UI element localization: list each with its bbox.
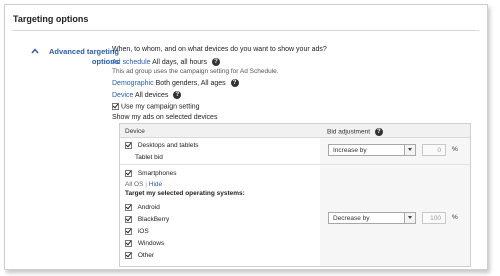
- smartphones-row: Smartphones: [125, 170, 176, 177]
- desktop-bid-value-input[interactable]: 0: [422, 144, 446, 156]
- desktops-label: Desktops and tablets: [137, 142, 199, 150]
- demographic-link[interactable]: Demographic: [112, 80, 154, 87]
- show-on-selected-text: Show my ads on selected devices: [112, 114, 218, 121]
- os-item-ios: iOS: [125, 228, 149, 235]
- table-header: Device Bid adjustment ?: [120, 124, 470, 138]
- smartphone-bid-mode-select[interactable]: Decrease by: [328, 212, 416, 224]
- help-icon[interactable]: ?: [374, 128, 383, 136]
- smartphone-bid-value-input[interactable]: 100: [422, 212, 446, 224]
- hide-link[interactable]: Hide: [149, 181, 162, 188]
- demographic-row: Demographic Both genders, All ages ?: [112, 79, 239, 87]
- help-icon[interactable]: ?: [230, 79, 239, 87]
- intro-text: When, to whom, and on what devices do yo…: [112, 46, 327, 53]
- use-campaign-setting-label: Use my campaign setting: [120, 103, 200, 111]
- other-os-checkbox[interactable]: [125, 252, 132, 259]
- os-item-windows: Windows: [125, 240, 164, 247]
- tablet-bid-label: Tablet bid: [135, 154, 163, 161]
- android-checkbox[interactable]: [125, 204, 132, 211]
- smartphones-label: Smartphones: [137, 170, 177, 178]
- device-link[interactable]: Device: [112, 92, 133, 99]
- demographic-value: Both genders, All ages: [155, 79, 226, 87]
- table-body: Desktops and tablets Tablet bid Increase…: [120, 138, 470, 266]
- os-label: Other: [137, 252, 155, 260]
- use-campaign-setting-row: Use my campaign setting: [112, 103, 200, 110]
- device-row: Device All devices ?: [112, 91, 182, 99]
- bid-adjustment-column-header: Bid adjustment ?: [327, 128, 383, 136]
- row-divider: [120, 164, 470, 165]
- desktop-bid-percent: %: [452, 146, 458, 153]
- dropdown-arrow-icon: [404, 145, 415, 155]
- os-links-row: All OS | Hide: [125, 181, 162, 188]
- advanced-targeting-label-line2: options: [91, 57, 119, 66]
- device-column-header: Device: [125, 128, 145, 135]
- help-icon[interactable]: ?: [173, 91, 182, 99]
- device-bid-table: Device Bid adjustment ? Desktops and tab…: [119, 123, 471, 267]
- desktop-bid-mode-select[interactable]: Increase by: [328, 144, 416, 156]
- desktop-bid-mode-value: Increase by: [333, 147, 367, 154]
- os-label: BlackBerry: [137, 216, 170, 224]
- targeting-options-panel: Targeting options Advanced targeting opt…: [4, 4, 488, 270]
- bid-column-background: [320, 138, 470, 266]
- chevron-up-icon: [31, 48, 39, 54]
- panel-title: Targeting options: [13, 14, 89, 24]
- desktops-row: Desktops and tablets: [125, 142, 199, 149]
- ad-schedule-value: All days, all hours: [152, 58, 207, 66]
- dropdown-arrow-icon: [404, 213, 415, 223]
- os-item-blackberry: BlackBerry: [125, 216, 169, 223]
- ad-schedule-link[interactable]: Ad schedule: [112, 59, 151, 66]
- ios-checkbox[interactable]: [125, 228, 132, 235]
- os-item-other: Other: [125, 252, 154, 259]
- smartphone-bid-percent: %: [452, 214, 458, 221]
- ad-schedule-note: This ad group uses the campaign setting …: [112, 68, 279, 75]
- use-campaign-setting-checkbox[interactable]: [112, 103, 119, 110]
- smartphone-bid-mode-value: Decrease by: [333, 215, 370, 222]
- title-divider: [12, 30, 479, 31]
- bid-adjustment-label: Bid adjustment: [327, 128, 370, 136]
- os-label: Android: [137, 204, 160, 212]
- os-label: Windows: [137, 240, 165, 248]
- os-item-android: Android: [125, 204, 160, 211]
- advanced-targeting-toggle[interactable]: Advanced targeting options: [19, 47, 119, 67]
- windows-checkbox[interactable]: [125, 240, 132, 247]
- blackberry-checkbox[interactable]: [125, 216, 132, 223]
- target-os-heading: Target my selected operating systems:: [125, 190, 245, 197]
- help-icon[interactable]: ?: [211, 58, 220, 66]
- all-os-text: All OS: [125, 181, 144, 188]
- device-value: All devices: [134, 91, 169, 99]
- os-label: iOS: [137, 228, 149, 236]
- os-links-separator: |: [145, 181, 147, 188]
- smartphones-checkbox[interactable]: [125, 170, 132, 177]
- ad-schedule-row: Ad schedule All days, all hours ?: [112, 58, 220, 66]
- desktops-checkbox[interactable]: [125, 142, 132, 149]
